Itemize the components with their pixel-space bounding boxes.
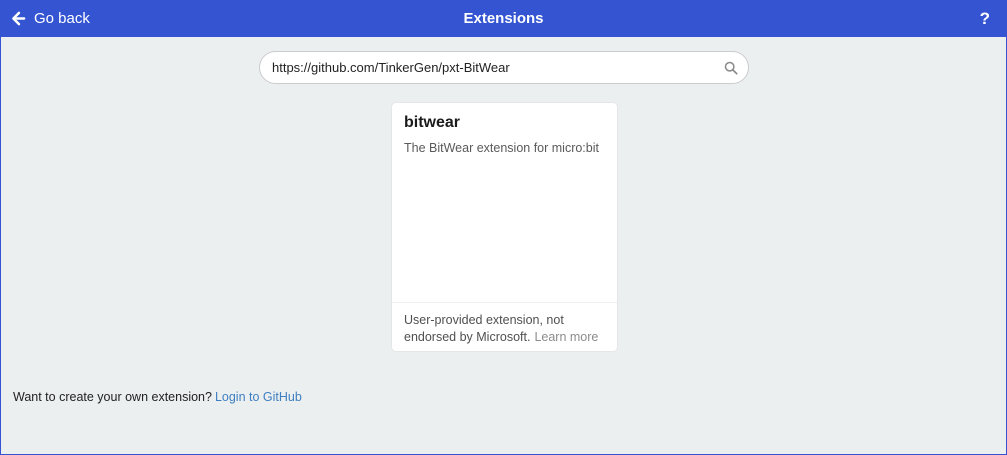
header-bar: Go back Extensions ? bbox=[1, 0, 1006, 37]
search-icon[interactable] bbox=[724, 61, 738, 75]
page-title: Extensions bbox=[463, 10, 544, 27]
extension-card[interactable]: bitwear The BitWear extension for micro:… bbox=[392, 103, 617, 351]
search-box bbox=[259, 51, 749, 84]
search-input[interactable] bbox=[272, 52, 712, 83]
extension-name: bitwear bbox=[404, 114, 461, 131]
create-extension-prompt: Want to create your own extension? bbox=[13, 390, 212, 404]
card-divider bbox=[392, 302, 617, 303]
extension-disclaimer: User-provided extension, not endorsed by… bbox=[404, 312, 609, 346]
login-github-link[interactable]: Login to GitHub bbox=[215, 390, 302, 404]
learn-more-link[interactable]: Learn more bbox=[534, 330, 598, 344]
extension-description: The BitWear extension for micro:bit bbox=[404, 141, 599, 155]
create-extension-footer: Want to create your own extension? Login … bbox=[13, 390, 302, 404]
help-button[interactable]: ? bbox=[980, 0, 990, 37]
